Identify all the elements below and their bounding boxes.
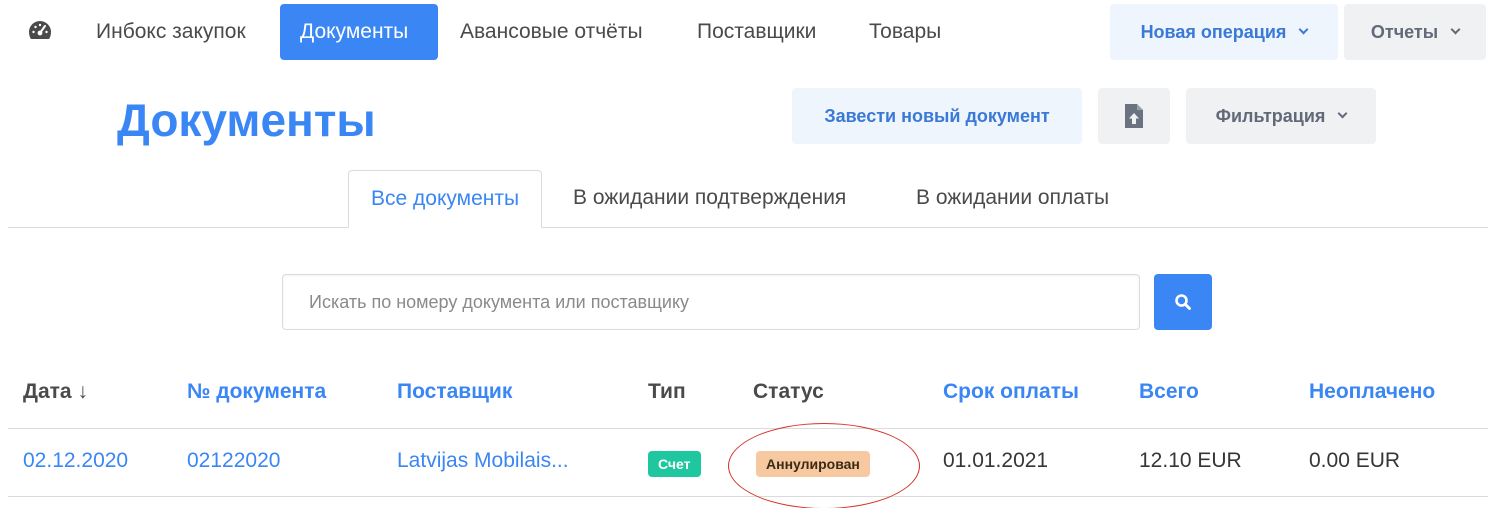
new-operation-button[interactable]: Новая операция [1110,4,1338,60]
tab-all-documents[interactable]: Все документы [348,170,543,228]
cell-date[interactable]: 02.12.2020 [23,449,128,473]
tab-awaiting-confirmation[interactable]: В ожидании подтверждения [551,170,868,228]
reports-label: Отчеты [1370,21,1439,42]
top-navigation: Инбокс закупок Документы Авансовые отчёт… [0,0,1490,64]
header-divider [8,428,1488,429]
row-divider [8,496,1488,497]
filter-button[interactable]: Фильтрация [1186,88,1376,144]
column-header-date[interactable]: Дата ↓ [23,380,88,404]
new-document-button[interactable]: Завести новый документ [792,88,1082,144]
cell-total: 12.10 EUR [1139,449,1242,472]
dashboard-icon[interactable] [27,19,53,41]
type-badge: Счет [648,451,701,477]
cell-document-number[interactable]: 02122020 [187,449,280,473]
column-header-status: Статус [753,380,824,403]
cell-unpaid: 0.00 EUR [1309,449,1401,472]
reports-button[interactable]: Отчеты [1344,4,1486,60]
nav-item-goods[interactable]: Товары [849,4,961,60]
nav-item-advance-reports[interactable]: Авансовые отчёты [440,4,663,60]
chevron-down-icon [1298,24,1309,35]
chevron-down-icon [1450,24,1461,35]
new-operation-label: Новая операция [1140,21,1287,42]
column-header-number[interactable]: № документа [187,380,326,404]
nav-item-purchase-inbox[interactable]: Инбокс закупок [76,4,266,60]
tab-awaiting-payment[interactable]: В ожидании оплаты [894,170,1131,228]
search-input[interactable] [282,274,1140,330]
highlight-ellipse [728,423,920,508]
column-header-supplier[interactable]: Поставщик [397,380,512,404]
column-header-due-date[interactable]: Срок оплаты [943,380,1079,404]
cell-supplier[interactable]: Latvijas Mobilais... [397,449,569,473]
search-icon [1175,294,1191,310]
file-upload-icon [1125,104,1143,128]
column-header-unpaid[interactable]: Неоплачено [1309,380,1435,404]
search-button[interactable] [1154,274,1212,330]
nav-item-suppliers[interactable]: Поставщики [677,4,836,60]
page-title: Документы [117,94,376,146]
nav-item-documents[interactable]: Документы [280,4,438,60]
filter-label: Фильтрация [1215,105,1326,126]
cell-due-date: 01.01.2021 [943,449,1049,472]
column-header-total[interactable]: Всего [1139,380,1199,404]
chevron-down-icon [1337,108,1348,119]
upload-file-button[interactable] [1098,88,1170,144]
column-header-type: Тип [648,380,686,403]
